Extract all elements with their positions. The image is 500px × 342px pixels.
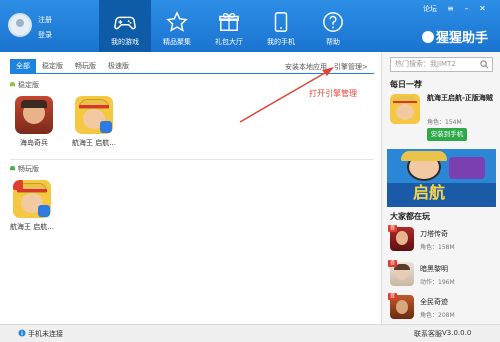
first-release-badge: 首 (388, 260, 397, 267)
nav-gift-hall[interactable]: 礼包大厅 (203, 0, 255, 52)
popular-item[interactable]: 首 暗黑黎明 动作：196M (388, 260, 500, 294)
status-bar: 手机未连接 联系客服 V3.0.0.0 (0, 324, 500, 342)
popular-title: 大家都在玩 (390, 212, 430, 221)
brand-logo: 猩猩助手 (421, 27, 488, 46)
popular-item-meta: 角色：158M (420, 244, 455, 251)
boom-beach-icon (15, 96, 53, 134)
search-input[interactable]: 热门搜索：我jIMT2 (390, 57, 493, 72)
one-piece-icon (13, 180, 51, 218)
version-tabs: 全部 稳定版 畅玩版 极速版 (10, 59, 135, 73)
popular-item-meta: 角色：208M (420, 312, 455, 319)
section-title-stable: 稳定版 (18, 81, 39, 89)
avatar[interactable] (8, 13, 32, 37)
phone-icon (274, 12, 288, 32)
daily-game-icon[interactable] (390, 94, 420, 124)
version-label: V3.0.0.0 (442, 329, 472, 337)
nav-my-phone[interactable]: 我的手机 (255, 0, 307, 52)
section-divider (10, 159, 374, 160)
banner-title: 启航 (413, 183, 446, 202)
menu-button[interactable]: ≡ (446, 4, 455, 13)
android-icon (9, 81, 16, 87)
contact-support-link[interactable]: 联系客服 (414, 329, 442, 339)
promo-banner[interactable]: 启航 (387, 149, 496, 207)
nav-label: 帮助 (326, 38, 340, 46)
nav-my-games[interactable]: 我的游戏 (99, 0, 151, 52)
popular-item-name: 刀塔传奇 (420, 230, 448, 238)
android-icon (9, 165, 16, 171)
nav-help[interactable]: 帮助 (307, 0, 359, 52)
daily-game-meta: 角色：154M (427, 119, 462, 126)
register-link[interactable]: 注册 (38, 15, 52, 25)
close-button[interactable]: ✕ (478, 4, 487, 13)
tab-fast[interactable]: 极速版 (102, 59, 135, 73)
app-item[interactable]: 航海王 启航... (8, 180, 56, 232)
popular-item-name: 暗黑黎明 (420, 265, 448, 273)
forum-link[interactable]: 论坛 (423, 4, 437, 14)
nav-featured[interactable]: 精品聚集 (151, 0, 203, 52)
annotation-text: 打开引擎管理 (309, 89, 357, 98)
engine-manage-link[interactable]: 引擎管理> (334, 62, 368, 72)
sidebar: 热门搜索：我jIMT2 每日一荐 航海王启航-正版海贼 角色：154M 安装到手… (381, 52, 500, 324)
app-name: 航海王 启航... (72, 139, 116, 147)
popular-item-meta: 动作：196M (420, 279, 455, 286)
help-icon (323, 12, 343, 32)
app-name: 海岛奇兵 (20, 139, 48, 147)
star-icon (166, 11, 188, 32)
tab-smooth[interactable]: 畅玩版 (69, 59, 102, 73)
app-item[interactable]: 航海王 启航... (70, 96, 118, 148)
tab-all[interactable]: 全部 (10, 59, 36, 73)
brand-name: 猩猩助手 (435, 31, 488, 46)
popular-item[interactable]: 首 全民奇迹 角色：208M (388, 293, 500, 324)
app-item[interactable]: 海岛奇兵 (10, 96, 58, 148)
daily-game-name[interactable]: 航海王启航-正版海贼 (427, 94, 497, 103)
gamepad-icon (114, 16, 136, 30)
nav-label: 精品聚集 (163, 38, 191, 46)
first-release-badge: 首 (388, 225, 397, 232)
info-icon (18, 329, 26, 337)
phone-status[interactable]: 手机未连接 (28, 329, 63, 339)
brand-logo-icon (421, 31, 434, 43)
daily-title: 每日一荐 (390, 80, 422, 89)
minimize-button[interactable]: – (462, 4, 471, 13)
popular-item[interactable]: 首 刀塔传奇 角色：158M (388, 225, 500, 259)
popular-item-name: 全民奇迹 (420, 298, 448, 306)
install-to-phone-button[interactable]: 安装到手机 (427, 128, 467, 141)
section-title-smooth: 畅玩版 (18, 165, 39, 173)
login-link[interactable]: 登录 (38, 30, 52, 40)
nav-label: 我的手机 (267, 38, 295, 46)
nav-label: 礼包大厅 (215, 38, 243, 46)
nav-label: 我的游戏 (111, 38, 139, 46)
app-name: 航海王 启航... (10, 223, 54, 231)
one-piece-icon (75, 96, 113, 134)
top-bar: 注册 登录 我的游戏 精品聚集 礼包大厅 我的手机 帮助 论坛 ≡ – ✕ 猩猩… (0, 0, 500, 52)
search-placeholder: 热门搜索：我jIMT2 (395, 60, 456, 68)
search-icon[interactable] (480, 60, 489, 69)
first-release-badge: 首 (388, 293, 397, 300)
tab-stable[interactable]: 稳定版 (36, 59, 69, 73)
gift-icon (219, 12, 239, 31)
